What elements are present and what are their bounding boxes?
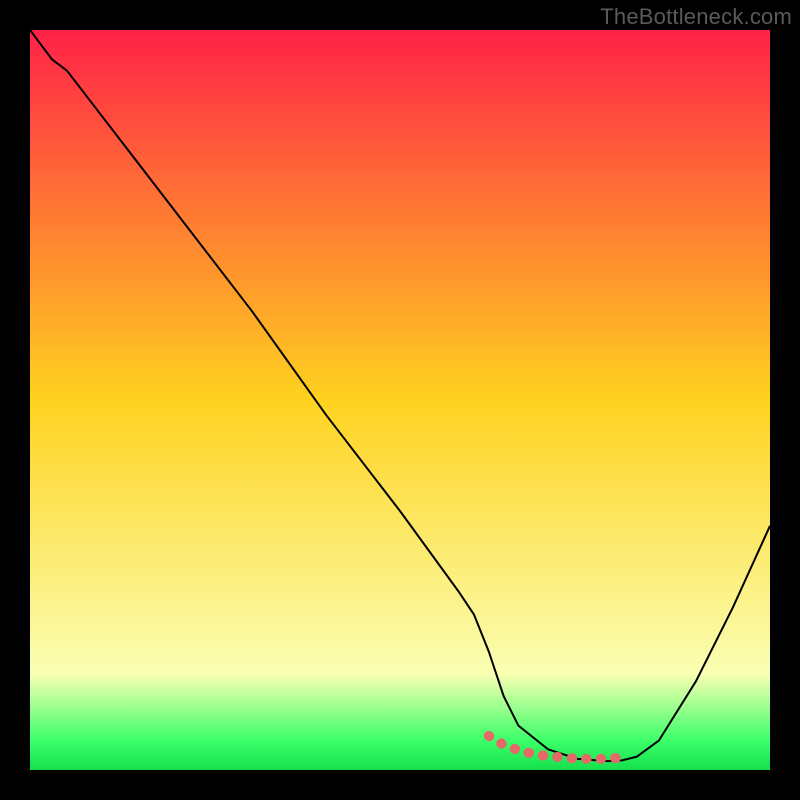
gradient-background [30, 30, 770, 770]
chart-svg [30, 30, 770, 770]
plot-area [30, 30, 770, 770]
watermark-text: TheBottleneck.com [600, 4, 792, 30]
chart-frame: TheBottleneck.com [0, 0, 800, 800]
